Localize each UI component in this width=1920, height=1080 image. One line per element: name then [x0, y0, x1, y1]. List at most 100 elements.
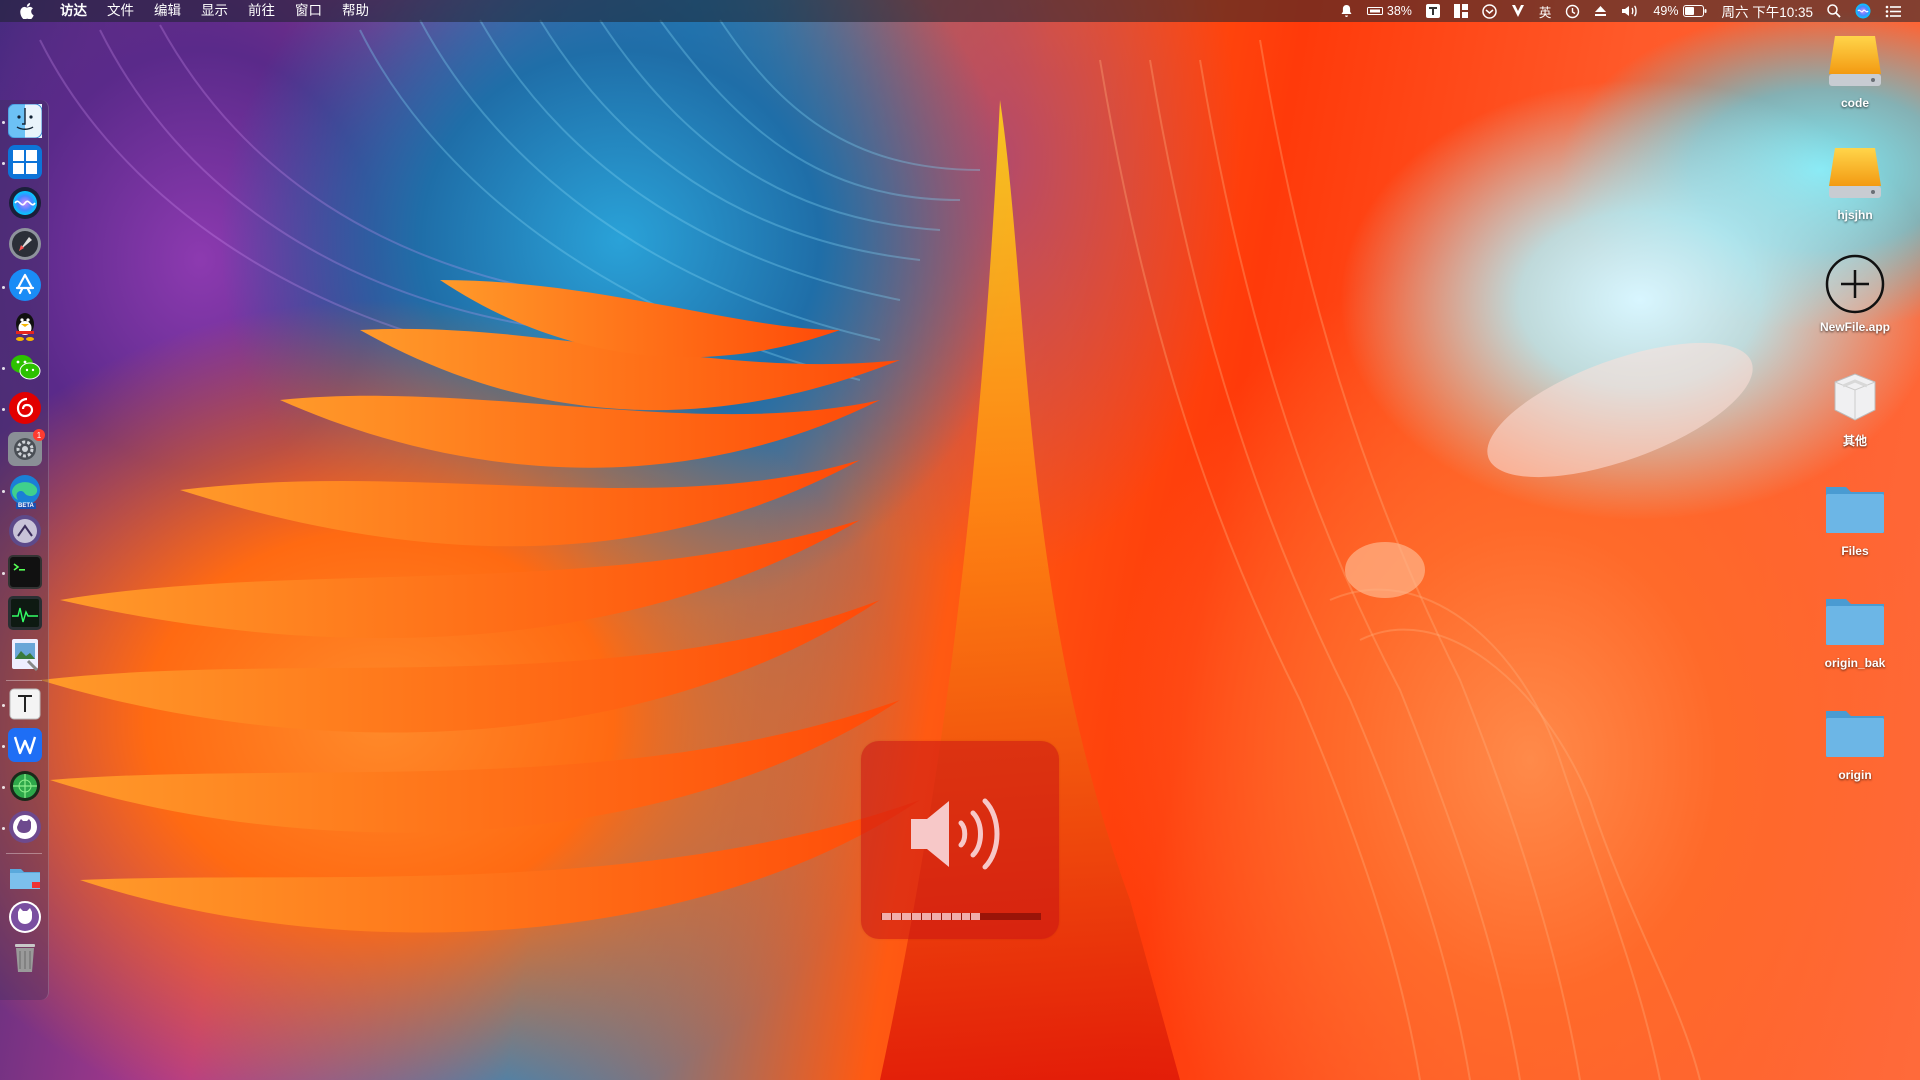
external-drive-icon — [1823, 140, 1887, 204]
running-indicator — [2, 490, 5, 493]
app-store-icon[interactable] — [8, 268, 42, 302]
memory-percent: 38% — [1386, 4, 1412, 18]
memory-chip-icon — [1366, 7, 1383, 15]
folder-icon — [1823, 588, 1887, 652]
siri-app-icon[interactable] — [8, 186, 42, 220]
qq-icon[interactable] — [8, 309, 42, 343]
preview-icon[interactable] — [8, 637, 42, 671]
desktop-icon-files[interactable]: Files — [1810, 476, 1900, 576]
network-icon[interactable] — [8, 769, 42, 803]
bell-icon[interactable] — [1333, 0, 1360, 22]
windows-app-icon[interactable] — [8, 145, 42, 179]
volume-segment — [961, 913, 971, 920]
volume-segment — [971, 913, 981, 920]
external-drive-icon — [1823, 28, 1887, 92]
netease-music-icon[interactable] — [8, 391, 42, 425]
siri-icon[interactable] — [1848, 0, 1878, 22]
notification-badge: 1 — [33, 429, 45, 441]
t-app-icon[interactable] — [1419, 0, 1447, 22]
alfred-icon[interactable] — [8, 514, 42, 548]
finder-icon[interactable] — [8, 104, 42, 138]
menu-view[interactable]: 显示 — [191, 0, 238, 22]
clock-datetime[interactable]: 周六 下午10:35 — [1714, 0, 1820, 22]
wps-icon[interactable] — [8, 728, 42, 762]
desktop-icon-label: 其他 — [1842, 434, 1867, 448]
volume-segment — [1031, 913, 1040, 920]
desktop-icon-label: code — [1840, 96, 1869, 110]
volume-level-bar — [881, 913, 1041, 920]
apple-logo-icon[interactable] — [20, 3, 34, 19]
menu-file[interactable]: 文件 — [97, 0, 144, 22]
running-indicator — [2, 572, 5, 575]
trash-icon[interactable] — [8, 940, 42, 974]
desktop-icon-hjsjhn[interactable]: hjsjhn — [1810, 140, 1900, 240]
wechat-icon[interactable] — [8, 350, 42, 384]
desktop-icon-label: NewFile.app — [1819, 320, 1890, 334]
folder-icon — [1823, 700, 1887, 764]
eject-icon[interactable] — [1587, 0, 1614, 22]
desktop-icon-other[interactable]: 其他 — [1810, 364, 1900, 464]
desktop-icon-label: origin — [1838, 768, 1872, 782]
github-desktop-icon[interactable] — [8, 810, 42, 844]
battery-icon — [1683, 5, 1707, 17]
volume-segment — [901, 913, 911, 920]
v-app-icon[interactable] — [1504, 0, 1532, 22]
volume-segment — [951, 913, 961, 920]
battery-percent: 49% — [1653, 4, 1679, 18]
menu-app-name[interactable]: 访达 — [50, 0, 97, 22]
list-icon[interactable] — [1878, 0, 1908, 22]
volume-segment — [911, 913, 921, 920]
github-icon[interactable] — [8, 900, 42, 934]
speaker-volume-icon — [909, 789, 1013, 883]
desktop-icon-origin[interactable]: origin — [1810, 700, 1900, 800]
speaker-icon[interactable] — [1614, 0, 1646, 22]
volume-segment — [941, 913, 951, 920]
menu-edit[interactable]: 编辑 — [144, 0, 191, 22]
plus-circle-icon — [1823, 252, 1887, 316]
dock: 1 BETA — [0, 100, 49, 1000]
running-indicator — [2, 162, 5, 165]
disk-image-icon — [1823, 364, 1887, 428]
volume-segment — [1021, 913, 1030, 920]
clock-history-icon[interactable] — [1558, 0, 1587, 22]
running-indicator — [2, 786, 5, 789]
volume-segment — [891, 913, 901, 920]
menu-go[interactable]: 前往 — [238, 0, 285, 22]
beta-tag: BETA — [16, 503, 36, 509]
launchpad-icon[interactable] — [8, 227, 42, 261]
folder-icon — [1823, 476, 1887, 540]
desktop-icon-label: origin_bak — [1824, 656, 1886, 670]
volume-hud — [861, 741, 1059, 939]
menu-bar: 访达 文件 编辑 显示 前往 窗口 帮助 38% 英 49% 周六 下午10:3… — [0, 0, 1920, 22]
downloads-folder-icon[interactable] — [8, 860, 42, 894]
typora-icon[interactable] — [8, 687, 42, 721]
menu-window[interactable]: 窗口 — [285, 0, 332, 22]
running-indicator — [2, 827, 5, 830]
menu-help[interactable]: 帮助 — [332, 0, 379, 22]
desktop-icon-code[interactable]: code — [1810, 28, 1900, 128]
desktop-icon-label: hjsjhn — [1837, 208, 1873, 222]
battery-status[interactable]: 49% — [1646, 0, 1714, 22]
running-indicator — [2, 367, 5, 370]
running-indicator — [2, 121, 5, 124]
desktop-icon-label: Files — [1841, 544, 1869, 558]
running-indicator — [2, 704, 5, 707]
edge-beta-icon[interactable]: BETA — [8, 473, 42, 509]
volume-segment — [991, 913, 1000, 920]
desktop-icon-origin-bak[interactable]: origin_bak — [1810, 588, 1900, 688]
window-layout-icon[interactable] — [1447, 0, 1475, 22]
running-indicator — [2, 286, 5, 289]
input-method[interactable]: 英 — [1532, 0, 1559, 22]
activity-monitor-icon[interactable] — [8, 596, 42, 630]
volume-segment — [931, 913, 941, 920]
system-preferences-icon[interactable]: 1 — [8, 429, 45, 466]
memory-status[interactable]: 38% — [1360, 0, 1419, 22]
running-indicator — [2, 408, 5, 411]
terminal-icon[interactable] — [8, 555, 42, 589]
dock-separator — [6, 680, 42, 681]
sync-icon[interactable] — [1475, 0, 1504, 22]
desktop-icon-newfile-app[interactable]: NewFile.app — [1810, 252, 1900, 352]
volume-segment — [882, 913, 891, 920]
running-indicator — [2, 745, 5, 748]
search-icon[interactable] — [1820, 0, 1848, 22]
